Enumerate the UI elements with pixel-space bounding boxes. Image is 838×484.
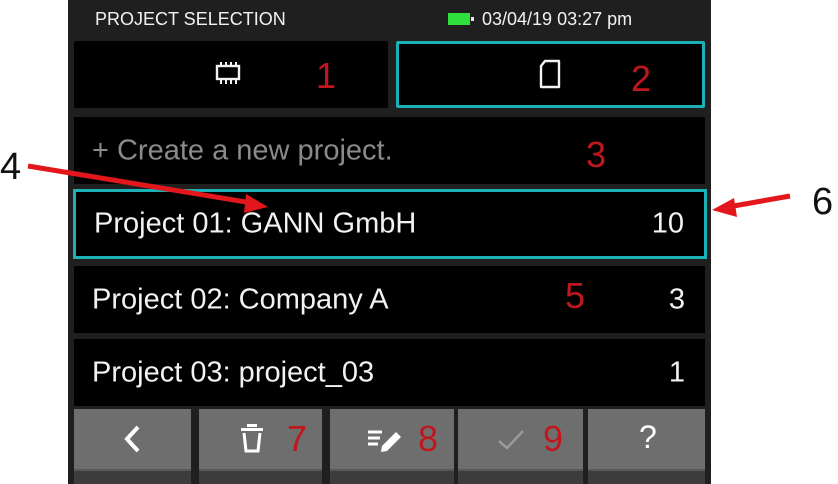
annotation-6: 6 <box>812 181 834 223</box>
project-count: 3 <box>668 283 685 315</box>
annotation-1: 1 <box>316 55 337 96</box>
annotation-3: 3 <box>586 134 607 175</box>
project-name: Project 03: project_03 <box>92 356 375 388</box>
project-row-selected[interactable]: Project 01: GANN GmbH 10 <box>73 189 707 259</box>
annotation-7: 7 <box>287 418 308 459</box>
tab-internal-memory[interactable] <box>74 41 388 108</box>
battery-icon <box>448 13 474 25</box>
help-button[interactable]: ? <box>588 409 705 484</box>
edit-icon <box>368 430 401 452</box>
status-bar: PROJECT SELECTION 03/04/19 03:27 pm <box>68 0 711 40</box>
project-count: 1 <box>668 356 685 388</box>
trash-icon <box>241 424 263 453</box>
confirm-button[interactable] <box>458 409 583 484</box>
arrow-6-head <box>712 198 737 217</box>
annotation-9: 9 <box>543 418 564 459</box>
annotation-8: 8 <box>418 418 439 459</box>
sd-card-icon <box>539 59 561 89</box>
screen-title: PROJECT SELECTION <box>95 9 286 29</box>
project-name: Project 01: GANN GmbH <box>94 207 417 240</box>
datetime: 03/04/19 03:27 pm <box>482 9 633 29</box>
annotation-4: 4 <box>0 146 22 188</box>
project-row[interactable]: Project 02: Company A 3 <box>74 266 705 333</box>
project-row[interactable]: Project 03: project_03 1 <box>74 339 705 406</box>
memory-chip-icon <box>215 62 241 84</box>
annotation-5: 5 <box>565 275 586 316</box>
create-project-row[interactable]: + Create a new project. <box>74 117 705 184</box>
bottom-toolbar: ? <box>68 409 711 484</box>
project-name: Project 02: Company A <box>92 283 389 315</box>
arrow-6 <box>727 193 791 210</box>
create-project-label: + Create a new project. <box>92 134 393 166</box>
check-icon <box>498 430 524 450</box>
back-button[interactable] <box>74 409 191 484</box>
chevron-left-icon <box>124 425 140 453</box>
tab-sd-card[interactable] <box>396 41 705 108</box>
help-label: ? <box>639 419 657 455</box>
annotation-2: 2 <box>631 58 652 99</box>
device-screen: PROJECT SELECTION 03/04/19 03:27 pm + Cr… <box>68 0 711 484</box>
project-count: 10 <box>651 207 684 240</box>
